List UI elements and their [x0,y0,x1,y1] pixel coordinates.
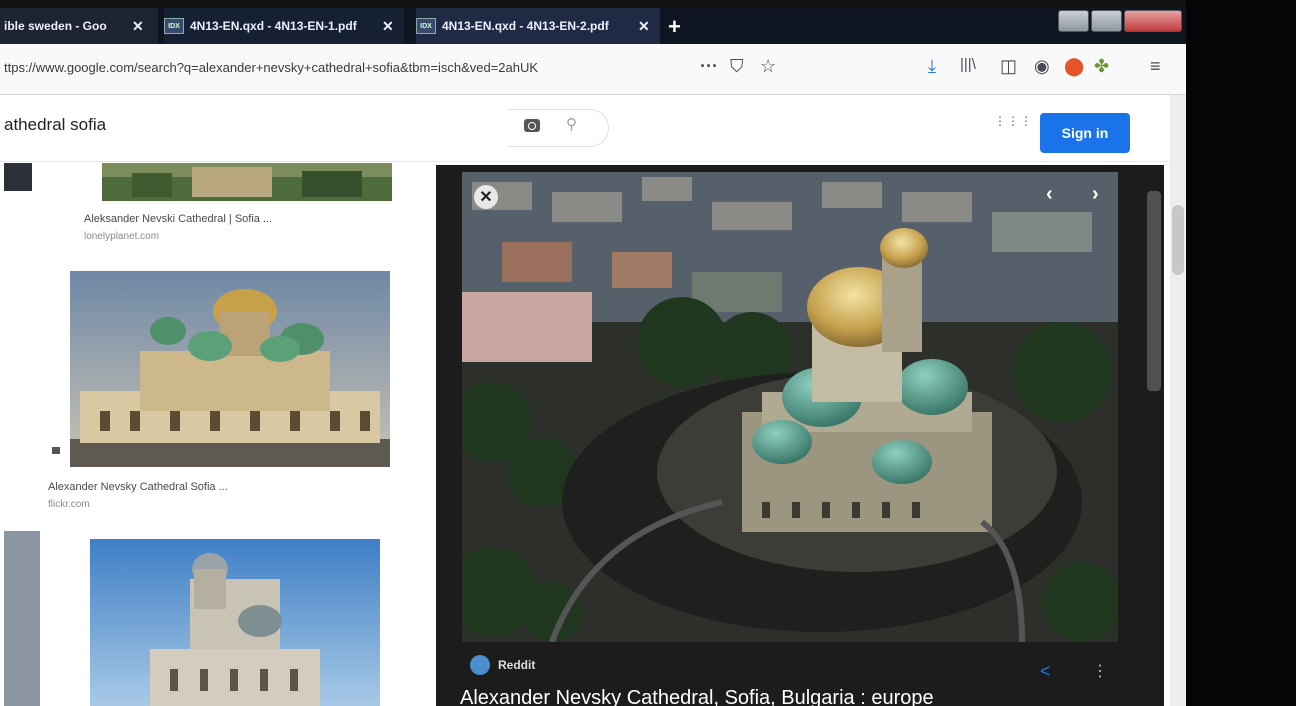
result-caption[interactable]: Alexander Nevsky Cathedral Sofia ... [48,481,228,493]
close-preview-button[interactable]: ✕ [474,185,498,209]
navigation-toolbar: ttps://www.google.com/search?q=alexander… [0,44,1186,95]
sign-in-button[interactable]: Sign in [1040,113,1130,153]
apps-grid-icon[interactable]: ⋮⋮⋮ [994,115,1032,127]
monitor-right-bezel [1186,0,1296,706]
download-icon[interactable]: ⤓ [928,56,936,77]
result-thumb-partial[interactable] [4,531,40,706]
extension-icon[interactable]: ✤ [1094,56,1109,77]
preview-image[interactable] [462,172,1118,642]
cathedral-aerial-photo [462,172,1118,642]
maximize-button[interactable] [1090,10,1122,32]
result-image-2[interactable] [70,271,390,467]
result-source: flickr.com [48,499,90,510]
preview-source[interactable]: Reddit [470,655,535,675]
window-controls [1058,10,1182,32]
result-image-3[interactable] [90,539,380,706]
sidebar-icon[interactable]: ◫ [1000,56,1017,77]
share-icon[interactable]: < [1040,661,1051,682]
preview-title[interactable]: Alexander Nevsky Cathedral, Sofia, Bulga… [460,687,934,706]
search-icon[interactable]: ⚲ [566,115,577,133]
address-bar[interactable]: ttps://www.google.com/search?q=alexander… [4,60,538,75]
result-source: lonelyplanet.com [84,231,160,242]
library-icon[interactable]: |||\ [960,56,976,73]
tab-google-search[interactable]: ible sweden - Goo ✕ [0,8,158,44]
page-scrollbar-thumb[interactable] [1172,205,1184,275]
browser-window: ible sweden - Goo ✕ IDX 4N13-EN.qxd - 4N… [0,8,1186,706]
camera-icon[interactable] [524,119,540,132]
more-options-icon[interactable]: ⋮ [1092,661,1108,681]
close-icon[interactable]: ✕ [382,18,394,35]
tab-pdf-1[interactable]: IDX 4N13-EN.qxd - 4N13-EN-1.pdf ✕ [164,8,404,44]
search-header: athedral sofia ⚲ ⋮⋮⋮ Sign in [0,95,1186,162]
source-name: Reddit [498,658,536,672]
more-icon[interactable]: ··· [700,56,718,77]
tab-label: ible sweden - Goo [4,19,107,33]
page-scrollbar[interactable] [1170,95,1186,706]
ublock-icon[interactable]: ⬤ [1064,56,1084,77]
result-image-1[interactable] [102,163,392,201]
result-caption[interactable]: Aleksander Nevski Cathedral | Sofia ... [84,213,272,225]
close-icon[interactable]: ✕ [132,18,144,35]
new-tab-button[interactable]: + [668,14,681,40]
pdf-file-icon: IDX [164,18,184,34]
cathedral-thumbnail [70,271,390,467]
search-input[interactable]: athedral sofia [4,115,106,135]
pdf-file-icon: IDX [416,18,436,34]
close-icon[interactable]: ✕ [638,18,650,35]
result-thumb-partial[interactable] [4,163,32,191]
google-images-page: athedral sofia ⚲ ⋮⋮⋮ Sign in Aleksander … [0,95,1186,706]
image-badge-icon [52,447,60,454]
tab-strip: ible sweden - Goo ✕ IDX 4N13-EN.qxd - 4N… [0,8,1186,44]
window-close-button[interactable] [1123,10,1182,32]
tab-label: 4N13-EN.qxd - 4N13-EN-1.pdf [190,19,357,33]
cathedral-thumbnail [90,539,380,706]
minimize-button[interactable] [1058,10,1089,32]
bookmark-star-icon[interactable]: ☆ [760,56,776,77]
panel-scrollbar[interactable] [1147,191,1161,391]
pocket-icon[interactable]: ⛉ [730,56,744,77]
tab-label: 4N13-EN.qxd - 4N13-EN-2.pdf [442,19,609,33]
tab-pdf-2[interactable]: IDX 4N13-EN.qxd - 4N13-EN-2.pdf ✕ [416,8,660,44]
account-icon[interactable]: ◉ [1034,56,1050,77]
next-image-button[interactable]: › [1092,183,1099,206]
cathedral-thumbnail [102,163,392,201]
menu-icon[interactable]: ≡ [1150,56,1161,77]
reddit-icon [470,655,490,675]
monitor-top-bezel [0,0,1186,8]
previous-image-button[interactable]: ‹ [1046,183,1053,206]
